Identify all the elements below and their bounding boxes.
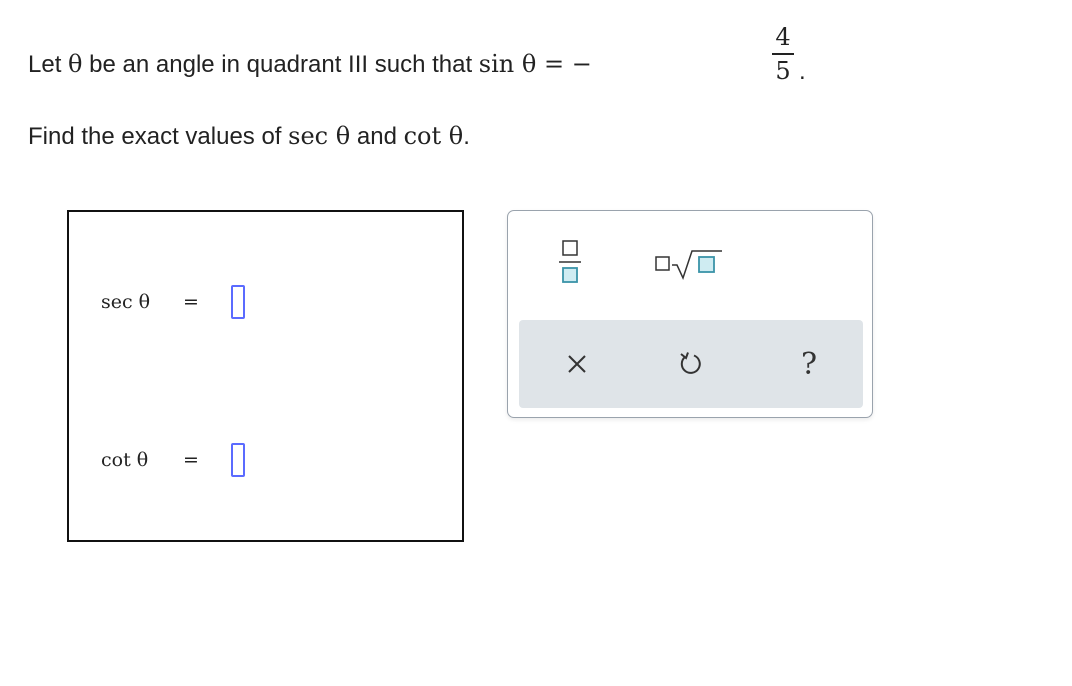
text-find: Find the exact values of [28,123,282,150]
sec-answer-input[interactable] [231,285,245,319]
cot-expression: cot θ [403,122,464,150]
help-icon: ? [800,346,818,382]
answer-row-cot: cot θ = [101,440,245,480]
fraction-icon [559,240,581,283]
equals-sign: = [183,291,199,313]
fraction-bar [772,53,794,55]
undo-icon [680,352,701,374]
sin-expression: sin θ = − [478,50,592,78]
period-2: . [463,123,470,150]
sec-expression: sec θ [288,122,351,150]
clear-button[interactable] [559,346,595,382]
fraction-numerator: 4 [775,23,791,51]
answer-box: sec θ = cot θ = [67,210,464,542]
sqrt-button[interactable] [648,241,728,285]
given-fraction: 4 5 [768,24,798,84]
problem-line-2: Find the exact values of sec θ and cot θ… [28,122,470,151]
fraction-denominator: 5 [775,57,791,85]
answer-row-sec: sec θ = [101,282,245,322]
text-and: and [356,123,397,150]
period: . [799,58,806,85]
keypad-toolbar: ? [519,320,863,408]
fraction-button[interactable] [552,233,588,293]
cot-label: cot θ [101,449,149,471]
close-icon [568,355,586,373]
text-let: Let [28,51,62,78]
sqrt-icon [655,250,722,281]
text-quadrant: be an angle in quadrant III such that [89,51,473,78]
math-keypad: ? [507,210,873,418]
sec-label: sec θ [101,291,151,313]
theta-symbol: θ [68,50,83,78]
help-button[interactable]: ? [791,342,827,386]
undo-button[interactable] [673,346,709,382]
cot-answer-input[interactable] [231,443,245,477]
equals-sign: = [183,449,199,471]
problem-line-1: Let θ be an angle in quadrant III such t… [28,50,592,79]
